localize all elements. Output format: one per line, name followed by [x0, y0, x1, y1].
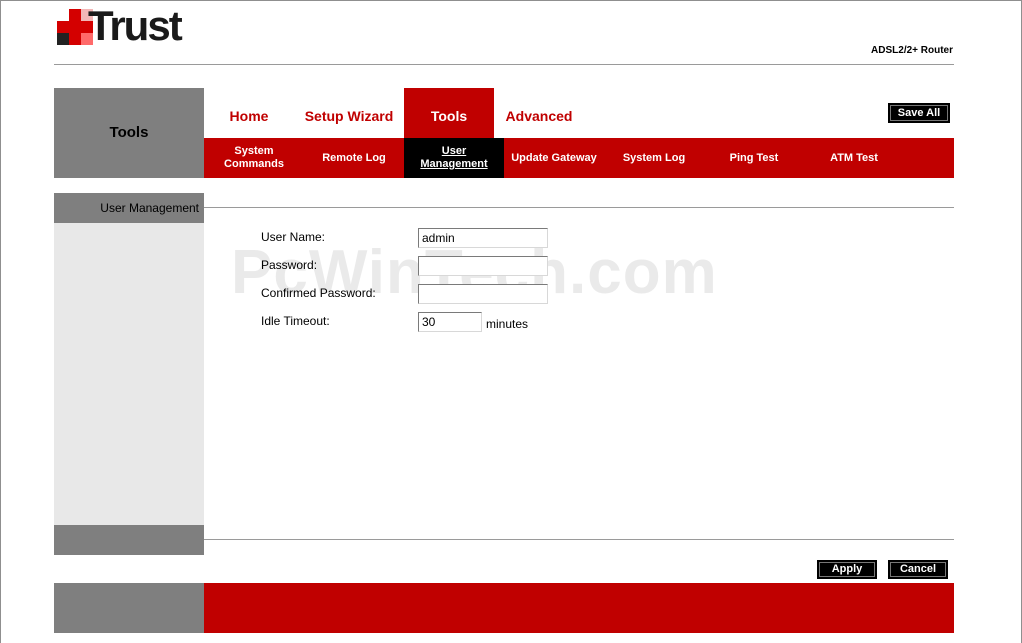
subtab-system-log[interactable]: System Log — [604, 138, 704, 178]
idle-timeout-input[interactable] — [418, 312, 482, 332]
router-admin-page: Trust ADSL2/2+ Router Tools Home Setup W… — [0, 0, 1022, 643]
footer-left — [54, 583, 204, 633]
section-box: Tools — [54, 88, 204, 178]
user-name-label: User Name: — [261, 230, 326, 244]
password-input[interactable] — [418, 256, 548, 276]
sidebar-footer — [54, 525, 204, 555]
content-top-divider — [204, 207, 954, 208]
subtab-system-commands[interactable]: System Commands — [204, 138, 304, 178]
brand-name: Trust — [88, 2, 183, 49]
subtab-label: System Log — [622, 151, 686, 164]
apply-button[interactable]: Apply — [817, 560, 877, 579]
subtab-remote-log[interactable]: Remote Log — [304, 138, 404, 178]
tab-advanced[interactable]: Advanced — [494, 88, 584, 138]
password-label: Password: — [261, 258, 318, 272]
subtab-label: Update Gateway — [511, 151, 597, 164]
tab-setup-wizard[interactable]: Setup Wizard — [294, 88, 404, 138]
subtab-ping-test[interactable]: Ping Test — [704, 138, 804, 178]
tab-tools[interactable]: Tools — [404, 88, 494, 138]
idle-timeout-label: Idle Timeout: — [261, 314, 330, 328]
subtab-atm-test[interactable]: ATM Test — [804, 138, 904, 178]
idle-timeout-unit: minutes — [486, 317, 529, 331]
subtab-user-management[interactable]: User Management — [404, 138, 504, 178]
content-bottom-divider — [204, 539, 954, 540]
product-name: ADSL2/2+ Router — [871, 45, 953, 56]
user-name-input[interactable] — [418, 228, 548, 248]
section-title: Tools — [109, 124, 149, 141]
tab-home[interactable]: Home — [204, 88, 294, 138]
footer-bar — [204, 583, 954, 633]
cancel-button[interactable]: Cancel — [888, 560, 948, 579]
sub-nav: System Commands Remote Log User Manageme… — [204, 138, 954, 178]
subtab-label: Ping Test — [729, 151, 779, 164]
subtab-label: ATM Test — [830, 151, 878, 164]
sidebar-panel — [54, 223, 204, 525]
save-all-button[interactable]: Save All — [888, 103, 950, 123]
confirmed-password-input[interactable] — [418, 284, 548, 304]
main-nav: Home Setup Wizard Tools Advanced Save Al… — [204, 88, 954, 138]
subtab-label: System Commands — [224, 145, 284, 170]
header-divider — [54, 64, 954, 65]
sidebar-heading: User Management — [54, 193, 204, 223]
subtab-label: Remote Log — [322, 151, 386, 164]
subtab-label: User Management — [420, 145, 488, 170]
sidebar-heading-label: User Management — [100, 201, 199, 215]
confirmed-password-label: Confirmed Password: — [261, 286, 376, 300]
trust-logo: Trust — [57, 2, 199, 49]
subtab-update-gateway[interactable]: Update Gateway — [504, 138, 604, 178]
